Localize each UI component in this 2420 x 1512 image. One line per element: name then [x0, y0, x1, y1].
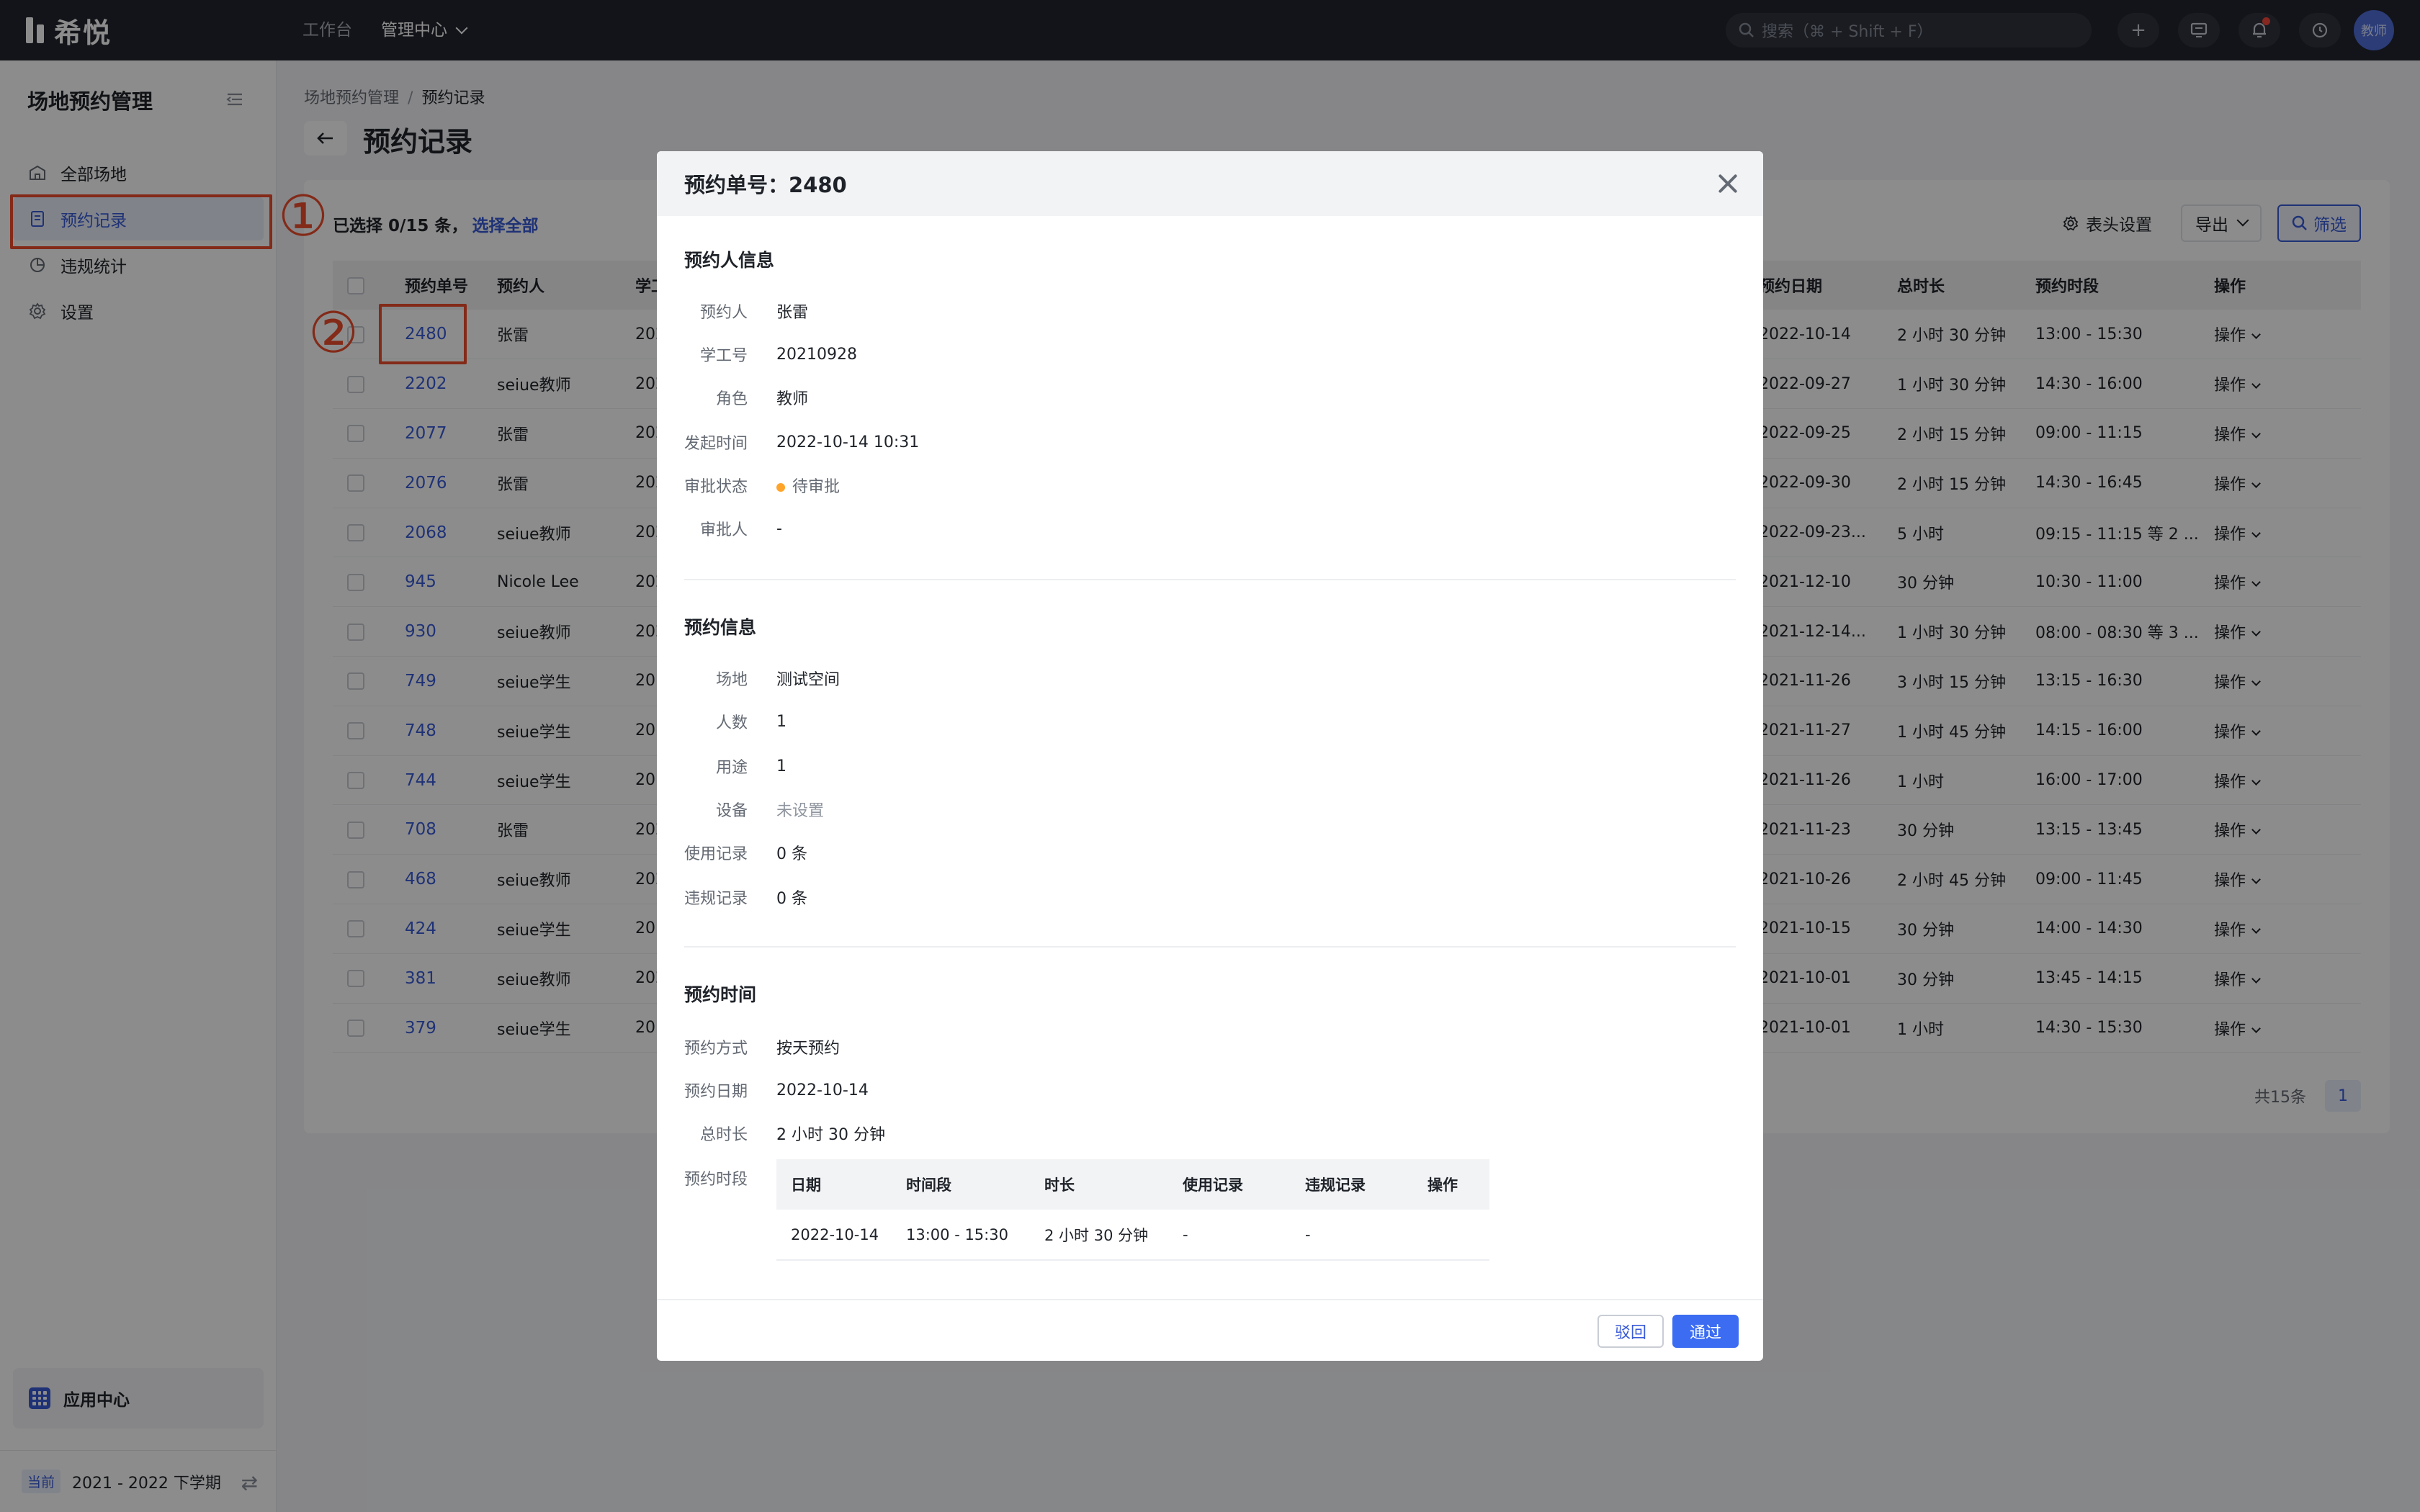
- field-value: -: [776, 519, 782, 538]
- field-label: 使用记录: [684, 845, 748, 863]
- slot-period: 13:00 - 15:30: [892, 1210, 1030, 1261]
- slot-violation: -: [1291, 1210, 1413, 1261]
- field-value: 0 条: [776, 890, 807, 908]
- slot-usage: -: [1168, 1210, 1291, 1261]
- field-label: 预约人: [699, 304, 748, 322]
- field-violation-records: 违规记录 0 条: [684, 883, 807, 912]
- modal-title: 预约单号：2480: [684, 173, 847, 197]
- field-label: 学工号: [699, 347, 748, 365]
- field-value: 0 条: [776, 845, 807, 863]
- slots-header-period: 时间段: [892, 1159, 1030, 1210]
- field-value: 教师: [776, 390, 809, 408]
- field-time-slots: 预约时段: [684, 1164, 776, 1192]
- field-usage-records: 使用记录 0 条: [684, 838, 807, 867]
- modal-header: 预约单号：2480: [657, 151, 1763, 216]
- field-booking-date: 预约日期 2022-10-14: [684, 1076, 869, 1104]
- field-value: 2022-10-14 10:31: [776, 433, 920, 451]
- field-value: 未设置: [776, 802, 825, 820]
- field-value: 1: [776, 757, 786, 775]
- table-row: 2022-10-14 13:00 - 15:30 2 小时 30 分钟 - -: [776, 1210, 1489, 1261]
- field-staff-id: 学工号 20210928: [684, 340, 857, 369]
- field-label: 设备: [715, 802, 748, 820]
- field-approval-status: 审批状态 待审批: [684, 471, 840, 500]
- time-slots-table: 日期 时间段 时长 使用记录 违规记录 操作 2022-10-14 13:00 …: [776, 1159, 1489, 1261]
- section-divider: [684, 579, 1736, 580]
- field-created-time: 发起时间 2022-10-14 10:31: [684, 428, 919, 456]
- slot-date: 2022-10-14: [776, 1210, 892, 1261]
- field-total-duration: 总时长 2 小时 30 分钟: [684, 1119, 885, 1148]
- field-value: 2 小时 30 分钟: [776, 1126, 885, 1144]
- field-label: 角色: [715, 390, 748, 408]
- field-label: 预约时段: [684, 1171, 748, 1189]
- section-divider: [684, 946, 1736, 948]
- field-value: 按天预约: [776, 1040, 841, 1058]
- modal-footer: 驳回 通过: [657, 1299, 1763, 1361]
- field-purpose: 用途 1: [684, 752, 786, 780]
- field-label: 违规记录: [684, 890, 748, 908]
- time-section-title: 预约时间: [684, 984, 757, 1005]
- field-value: 2022-10-14: [776, 1081, 869, 1099]
- booking-section-title: 预约信息: [684, 617, 757, 638]
- field-label: 用途: [715, 759, 748, 777]
- status-badge: 待审批: [776, 474, 840, 497]
- close-icon[interactable]: [1714, 170, 1742, 197]
- reject-button[interactable]: 驳回: [1597, 1315, 1664, 1348]
- status-text: 待审批: [792, 478, 841, 496]
- field-label: 人数: [715, 714, 748, 732]
- field-venue: 场地 测试空间: [684, 664, 840, 693]
- field-label: 审批人: [699, 521, 748, 539]
- slots-header-violation: 违规记录: [1291, 1159, 1413, 1210]
- field-label: 审批状态: [684, 478, 748, 496]
- slot-actions: [1413, 1210, 1489, 1261]
- field-label: 预约方式: [684, 1040, 748, 1058]
- field-label: 发起时间: [684, 435, 748, 453]
- slots-header-actions: 操作: [1413, 1159, 1489, 1210]
- field-label: 预约日期: [684, 1083, 748, 1101]
- field-value: 张雷: [776, 304, 809, 322]
- field-value: 20210928: [776, 345, 857, 364]
- field-equipment: 设备 未设置: [684, 795, 824, 824]
- booking-detail-modal: 预约单号：2480 预约人信息 预约人 张雷 学工号 20210928 角色 教师 发…: [657, 151, 1763, 1361]
- field-value: 测试空间: [776, 671, 841, 689]
- slots-header-date: 日期: [776, 1159, 892, 1210]
- field-booking-mode: 预约方式 按天预约: [684, 1032, 840, 1061]
- slot-duration: 2 小时 30 分钟: [1030, 1210, 1168, 1261]
- slots-header-row: 日期 时间段 时长 使用记录 违规记录 操作: [776, 1159, 1489, 1210]
- slots-header-duration: 时长: [1030, 1159, 1168, 1210]
- field-value: 1: [776, 712, 786, 731]
- field-label: 总时长: [699, 1126, 748, 1144]
- field-headcount: 人数 1: [684, 707, 786, 736]
- field-applicant: 预约人 张雷: [684, 297, 808, 325]
- field-role: 角色 教师: [684, 383, 808, 412]
- status-dot: [776, 483, 785, 492]
- field-approver: 审批人 -: [684, 514, 782, 543]
- applicant-section-title: 预约人信息: [684, 250, 775, 271]
- approve-button[interactable]: 通过: [1672, 1315, 1739, 1348]
- slots-header-usage: 使用记录: [1168, 1159, 1291, 1210]
- field-label: 场地: [715, 671, 748, 689]
